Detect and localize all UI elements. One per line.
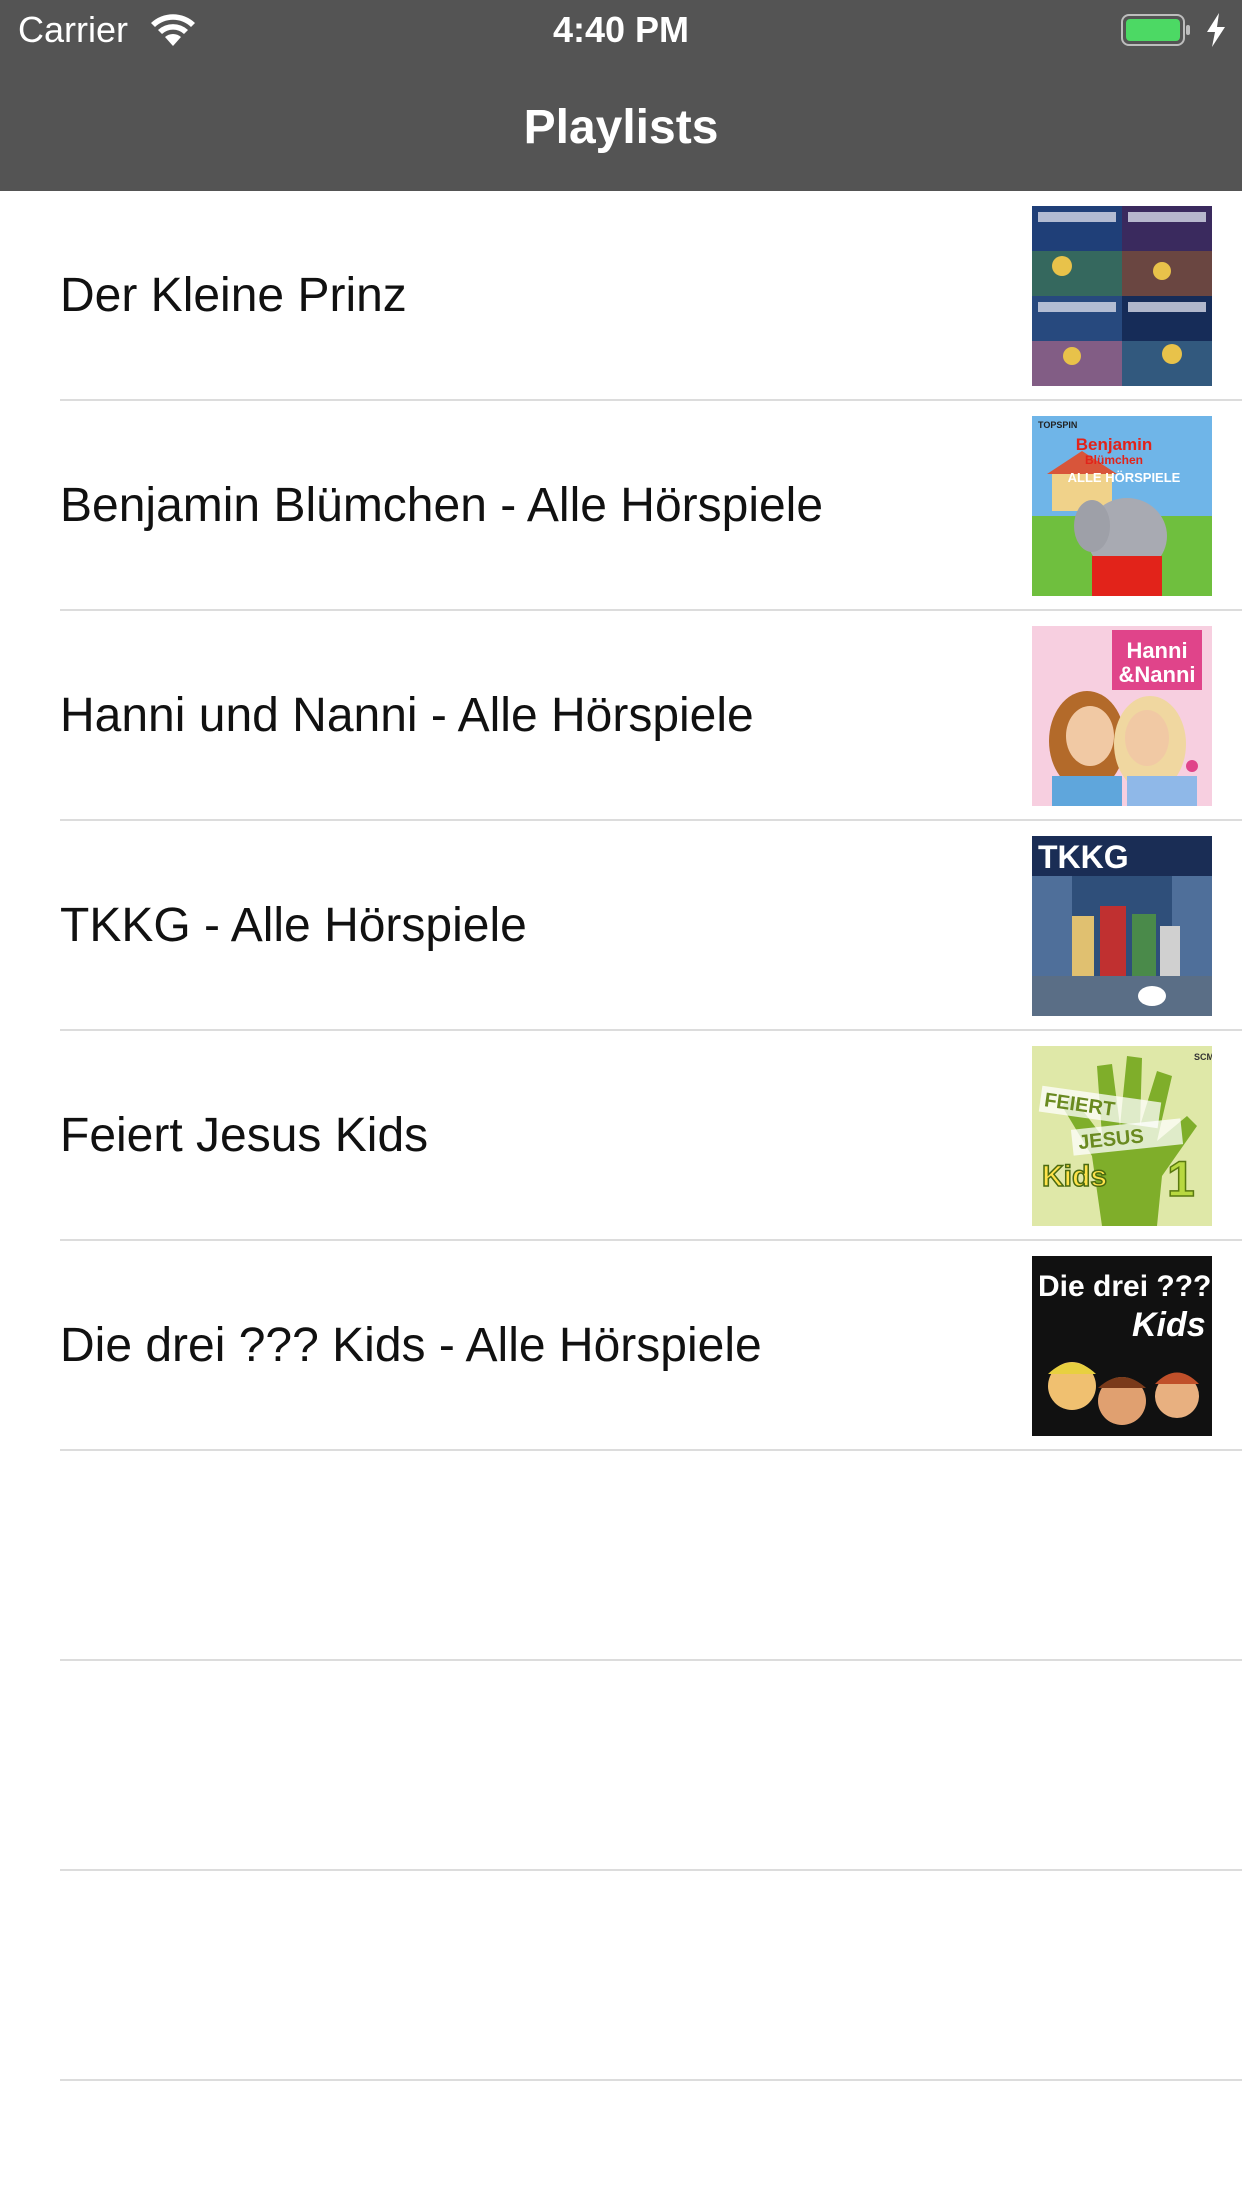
playlist-row-feiert-jesus-kids[interactable]: Feiert Jesus Kids FEIERT JESUS Kids 1 SC… <box>0 1031 1242 1241</box>
playlist-row-der-kleine-prinz[interactable]: Der Kleine Prinz <box>0 191 1242 401</box>
tkkg-cover: TKKG <box>1032 836 1212 1016</box>
cover-text: Blümchen <box>1085 453 1143 467</box>
die-drei-fragezeichen-kids-cover: Die drei ??? Kids <box>1032 1256 1212 1436</box>
cover-text: &Nanni <box>1119 662 1196 687</box>
playlist-list[interactable]: Der Kleine Prinz Benjamin Blümchen - All… <box>0 191 1242 2081</box>
hanni-und-nanni-cover: Hanni &Nanni <box>1032 626 1212 806</box>
playlist-title: Die drei ??? Kids - Alle Hörspiele <box>60 1319 762 1372</box>
cover-text: Kids <box>1132 1306 1206 1344</box>
charging-bolt-icon <box>1207 13 1225 47</box>
page-title: Playlists <box>523 101 719 154</box>
cover-text: Die drei ??? <box>1038 1270 1211 1303</box>
cover-text: TOPSPIN <box>1038 420 1077 430</box>
playlist-row-die-drei-fragezeichen-kids[interactable]: Die drei ??? Kids - Alle Hörspiele Die d… <box>0 1241 1242 1451</box>
navigation-bar: Carrier 4:40 PM Playlists <box>0 0 1242 191</box>
benjamin-bluemchen-cover: TOPSPIN Benjamin Blümchen ALLE HÖRSPIELE <box>1032 416 1212 596</box>
empty-row <box>0 1451 1242 1661</box>
playlist-title: Benjamin Blümchen - Alle Hörspiele <box>60 479 824 532</box>
playlist-row-hanni-und-nanni[interactable]: Hanni und Nanni - Alle Hörspiele Hanni &… <box>0 611 1242 821</box>
cover-text: Hanni <box>1126 638 1187 663</box>
row-separator <box>60 2079 1242 2081</box>
playlist-title: Der Kleine Prinz <box>60 269 407 322</box>
status-bar: Carrier 4:40 PM <box>0 0 1242 60</box>
playlist-row-tkkg[interactable]: TKKG - Alle Hörspiele TKKG <box>0 821 1242 1031</box>
playlist-title: Feiert Jesus Kids <box>60 1109 429 1162</box>
clock-label: 4:40 PM <box>552 9 690 50</box>
cover-text: 1 <box>1167 1151 1195 1207</box>
playlist-row-benjamin-bluemchen[interactable]: Benjamin Blümchen - Alle Hörspiele TOPSP… <box>0 401 1242 611</box>
cover-text: SCM <box>1194 1052 1212 1062</box>
empty-row <box>0 1661 1242 1871</box>
cover-text: ALLE HÖRSPIELE <box>1068 470 1181 485</box>
cover-text: Benjamin <box>1076 435 1153 454</box>
cover-text: TKKG <box>1038 839 1129 875</box>
feiert-jesus-kids-cover: FEIERT JESUS Kids 1 SCM <box>1032 1046 1212 1226</box>
cover-text: Kids <box>1042 1160 1107 1193</box>
playlist-title: TKKG - Alle Hörspiele <box>60 899 527 952</box>
empty-row <box>0 1871 1242 2081</box>
battery-icon <box>1121 14 1190 46</box>
der-kleine-prinz-cover <box>1032 206 1212 386</box>
playlist-title: Hanni und Nanni - Alle Hörspiele <box>60 689 754 742</box>
